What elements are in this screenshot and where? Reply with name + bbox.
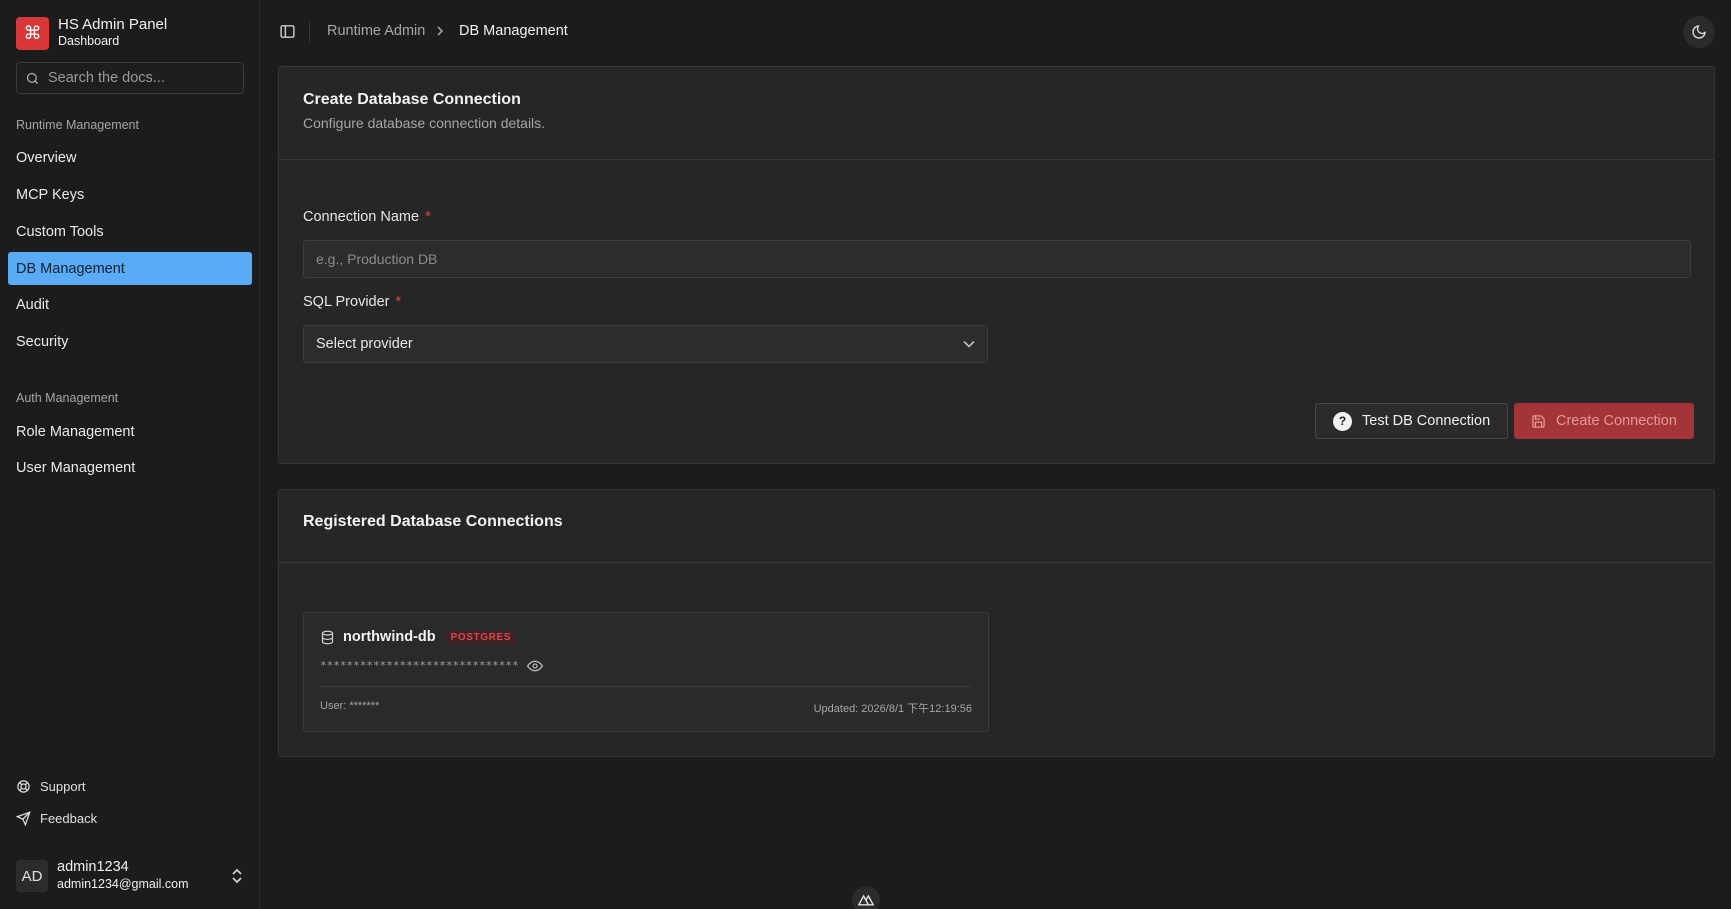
search-box[interactable] [16,62,244,94]
required-mark: * [395,294,402,310]
chevron-down-icon [963,340,975,348]
create-connection-button[interactable]: Create Connection [1514,403,1694,439]
sidebar-item-user-management[interactable]: User Management [8,451,252,484]
connection-string-masked: ****************************** [320,659,543,672]
avatar: AD [16,860,48,892]
top-bar: Runtime Admin DB Management [261,0,1731,64]
eye-icon[interactable] [526,660,543,672]
sidebar-item-audit[interactable]: Audit [8,288,252,321]
card-divider [279,159,1714,160]
user-menu[interactable]: AD admin1234 admin1234@gmail.com [16,858,244,894]
search-input[interactable] [48,70,238,86]
provider-badge: POSTGRES [445,629,516,645]
database-icon [321,630,334,644]
connection-name-label-text: Connection Name [303,209,420,225]
theme-toggle-button[interactable] [1683,16,1715,48]
brand-subtitle: Dashboard [58,34,120,48]
connection-name-label: Connection Name * [303,209,431,225]
registered-card-title: Registered Database Connections [303,513,563,530]
connection-string-value: ****************************** [320,659,519,672]
lifebuoy-icon [17,780,30,793]
framework-logo-icon[interactable] [852,886,880,909]
sidebar-item-db-management[interactable]: DB Management [8,252,252,285]
connection-user: User: ******* [320,700,380,712]
sql-provider-value: Select provider [316,336,413,352]
sql-provider-select[interactable]: Select provider [303,325,988,363]
connection-divider [320,686,972,687]
chevron-right-icon [437,26,444,36]
create-card-title: Create Database Connection [303,91,521,108]
sidebar-item-mcp-keys[interactable]: MCP Keys [8,178,252,211]
save-icon [1532,414,1545,428]
send-icon [16,811,31,826]
test-db-connection-label: Test DB Connection [1362,413,1491,429]
breadcrumb-parent[interactable]: Runtime Admin [327,23,425,39]
help-circle-icon: ? [1333,411,1352,431]
search-icon [26,72,38,84]
sidebar: ⌘ HS Admin Panel Dashboard Runtime Manag… [0,0,260,909]
registered-connections-card: Registered Database Connections northwin… [278,489,1715,757]
required-mark: * [425,209,431,225]
brand[interactable]: ⌘ HS Admin Panel Dashboard [16,16,167,50]
connection-item[interactable]: northwind-db POSTGRES ******************… [303,612,989,732]
header-divider [309,22,310,42]
brand-title: HS Admin Panel [58,16,168,33]
sql-provider-label-text: SQL Provider [303,294,390,310]
sidebar-item-overview[interactable]: Overview [8,141,252,174]
sql-provider-label: SQL Provider * [303,294,401,310]
chevrons-up-down-icon [232,868,242,884]
triangle-logo-icon [858,894,874,906]
group-label-runtime: Runtime Management [16,118,139,132]
create-connection-card: Create Database Connection Configure dat… [278,66,1715,464]
sidebar-item-role-management[interactable]: Role Management [8,415,252,448]
sidebar-toggle-icon[interactable] [279,23,296,40]
user-name: admin1234 [57,859,129,875]
breadcrumb-current: DB Management [459,23,568,39]
test-db-connection-button[interactable]: ? Test DB Connection [1315,403,1509,439]
feedback-link[interactable]: Feedback [16,811,97,826]
sidebar-item-security[interactable]: Security [8,325,252,358]
support-link[interactable]: Support [16,779,86,794]
support-label: Support [40,779,86,794]
user-email: admin1234@gmail.com [57,877,189,891]
create-card-description: Configure database connection details. [303,115,546,131]
connection-updated: Updated: 2026/8/1 下午12:19:56 [813,703,972,715]
sidebar-item-custom-tools[interactable]: Custom Tools [8,215,252,248]
command-icon: ⌘ [16,16,49,50]
feedback-label: Feedback [40,811,98,826]
connection-name-input[interactable] [303,240,1691,278]
group-label-auth: Auth Management [16,391,119,405]
moon-icon [1692,25,1706,39]
connection-name: northwind-db [343,629,436,645]
card-divider [279,562,1714,563]
create-connection-label: Create Connection [1556,413,1677,429]
app-root: ⌘ HS Admin Panel Dashboard Runtime Manag… [0,0,1731,909]
